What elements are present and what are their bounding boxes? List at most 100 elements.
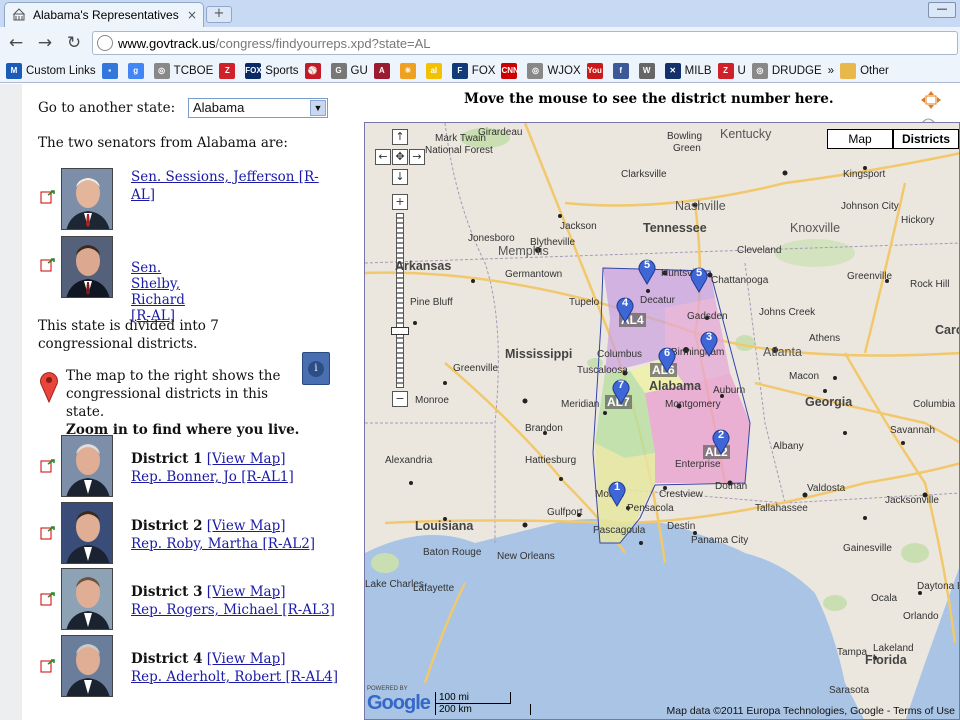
back-icon[interactable]: ← — [3, 31, 29, 55]
track-icon[interactable] — [40, 459, 56, 473]
senators-intro: The two senators from Alabama are: — [38, 135, 288, 151]
bookmark-item[interactable]: ◎ WJOX — [527, 62, 581, 79]
map-type-button[interactable]: Map — [827, 129, 893, 149]
district-title: District 3 — [131, 584, 203, 600]
bookmark-item[interactable]: A — [373, 62, 394, 79]
bookmark-item[interactable]: ◎ TCBOE — [153, 62, 213, 79]
bookmark-item[interactable]: M Custom Links — [6, 62, 96, 79]
pan-down-icon[interactable]: ↓ — [392, 169, 408, 185]
pan-up-icon[interactable]: ↑ — [392, 129, 408, 145]
senator-photo — [61, 236, 113, 298]
map-place-label: Gulfport — [547, 507, 583, 518]
youtube-icon: You — [586, 62, 603, 79]
bookmark-item[interactable]: ZU — [717, 62, 746, 79]
zoom-in-icon[interactable]: + — [392, 194, 408, 210]
map-place-label: Panama City — [691, 535, 749, 546]
minimize-button[interactable]: — — [928, 2, 956, 18]
map-place-label: Pine Bluff — [410, 297, 453, 308]
bookmark-item[interactable]: ◎ DRUDGE — [751, 62, 822, 79]
district-pin-icon[interactable]: 5 — [689, 265, 709, 293]
bookmark-item[interactable]: CNN — [501, 62, 521, 79]
representative-link[interactable]: Rep. Rogers, Michael [R-AL3] — [131, 602, 335, 618]
divided-text: This state is divided into 7 congression… — [38, 318, 219, 352]
representative-link[interactable]: Rep. Aderholt, Robert [R-AL4] — [131, 669, 338, 685]
district-pin-icon[interactable]: 4 — [615, 295, 635, 323]
zoom-slider[interactable] — [396, 213, 404, 388]
pan-tool-icon[interactable] — [920, 90, 942, 110]
representative-link[interactable]: Rep. Roby, Martha [R-AL2] — [131, 536, 315, 552]
district-pin-icon[interactable]: 5 — [637, 257, 657, 285]
bookmark-item[interactable]: FOX Sports — [245, 62, 299, 79]
districts-type-button[interactable]: Districts — [893, 129, 959, 149]
map-place-label: Athens — [809, 333, 841, 344]
zoom-slider-thumb[interactable] — [391, 327, 409, 335]
district-pin-icon[interactable]: 6 — [657, 345, 677, 373]
district-pin-icon[interactable]: 7 — [611, 377, 631, 405]
map-place-label: Tupelo — [569, 297, 600, 308]
map-place-label: Savannah — [890, 425, 936, 436]
pan-center-icon[interactable]: ✥ — [392, 149, 408, 165]
district-row: District 3 [View Map] Rep. Rogers, Michae… — [0, 568, 340, 632]
bookmark-item[interactable]: ☀ — [399, 62, 420, 79]
track-icon[interactable] — [40, 592, 56, 606]
map-place-label: Montgomery — [665, 399, 721, 410]
map-place-label: Mississippi — [505, 347, 573, 361]
bookmark-item[interactable]: f — [612, 62, 633, 79]
track-icon[interactable] — [40, 258, 56, 272]
url-text: www.govtrack.us/congress/findyourreps.xp… — [118, 36, 431, 51]
map-place-label: Daytona Beach — [917, 581, 959, 592]
bookmark-item[interactable]: You — [586, 62, 607, 79]
district-pin-icon[interactable]: 3 — [699, 329, 719, 357]
map-place-label: Macon — [789, 371, 820, 382]
globe-icon: ◎ — [527, 62, 544, 79]
google-logo[interactable]: POWERED BY Google — [367, 686, 431, 715]
view-map-link[interactable]: [View Map] — [207, 451, 286, 467]
track-icon[interactable] — [40, 659, 56, 673]
map-place-label: Hickory — [901, 215, 935, 226]
bookmark-item[interactable]: ▪ — [101, 62, 122, 79]
browser-toolbar: ← → ↻ www.govtrack.us/congress/findyourr… — [0, 27, 960, 59]
view-map-link[interactable]: [View Map] — [207, 518, 286, 534]
representative-link[interactable]: Rep. Bonner, Jo [R-AL1] — [131, 469, 294, 485]
track-icon[interactable] — [40, 526, 56, 540]
view-map-link[interactable]: [View Map] — [207, 584, 286, 600]
bookmark-item[interactable]: » — [828, 65, 834, 77]
track-icon[interactable] — [40, 190, 56, 204]
bookmark-item[interactable]: Other — [840, 62, 889, 79]
state-select[interactable]: Alabama ▼ — [188, 98, 328, 118]
bookmark-item[interactable]: W — [638, 62, 659, 79]
map-place-label: Dothan — [715, 481, 748, 492]
map-place-label: Hattiesburg — [525, 455, 577, 466]
bookmark-item[interactable]: ✕ MILB — [664, 62, 712, 79]
bookmark-item[interactable]: ⚾ — [304, 62, 325, 79]
district-pin-number: 6 — [663, 347, 671, 359]
bookmark-item[interactable]: G GU — [330, 62, 368, 79]
map-place-label: Arkansas — [395, 259, 452, 273]
chevron-down-icon[interactable]: ▼ — [310, 100, 326, 116]
pan-left-icon[interactable]: ← — [375, 149, 391, 165]
info-widget[interactable]: i — [302, 352, 330, 385]
bookmark-item[interactable]: g — [127, 62, 148, 79]
reload-icon[interactable]: ↻ — [61, 31, 87, 55]
bookmark-label: U — [737, 64, 746, 77]
pan-right-icon[interactable]: → — [409, 149, 425, 165]
district-pin-number: 5 — [695, 267, 703, 279]
forward-icon[interactable]: → — [32, 31, 58, 55]
address-bar[interactable]: www.govtrack.us/congress/findyourreps.xp… — [92, 31, 958, 55]
map-copyright: Map data ©2011 Europa Technologies, Goog… — [666, 705, 956, 717]
browser-tab[interactable]: Alabama's Representatives - G × — [4, 2, 204, 27]
bookmark-item[interactable]: Z — [219, 62, 239, 79]
tab-close-icon[interactable]: × — [187, 8, 197, 22]
district-map[interactable]: Map Districts ↑ ← ✥ → ↓ + − Girardeau Mar… — [364, 122, 960, 720]
district-pin-icon[interactable]: 2 — [711, 427, 731, 455]
senator-link[interactable]: Sen. Shelby, Richard [R-AL] — [131, 260, 185, 324]
senator-link[interactable]: Sen. Sessions, Jefferson [R-AL] — [131, 168, 321, 204]
new-tab-button[interactable]: + — [206, 6, 232, 23]
district-pin-icon[interactable]: 1 — [607, 479, 627, 507]
bookmark-label: WJOX — [547, 64, 581, 77]
zoom-out-icon[interactable]: − — [392, 391, 408, 407]
custom-links-icon: M — [6, 62, 22, 79]
bookmark-item[interactable]: al — [425, 62, 446, 79]
view-map-link[interactable]: [View Map] — [207, 651, 286, 667]
bookmark-item[interactable]: F FOX — [451, 62, 495, 79]
